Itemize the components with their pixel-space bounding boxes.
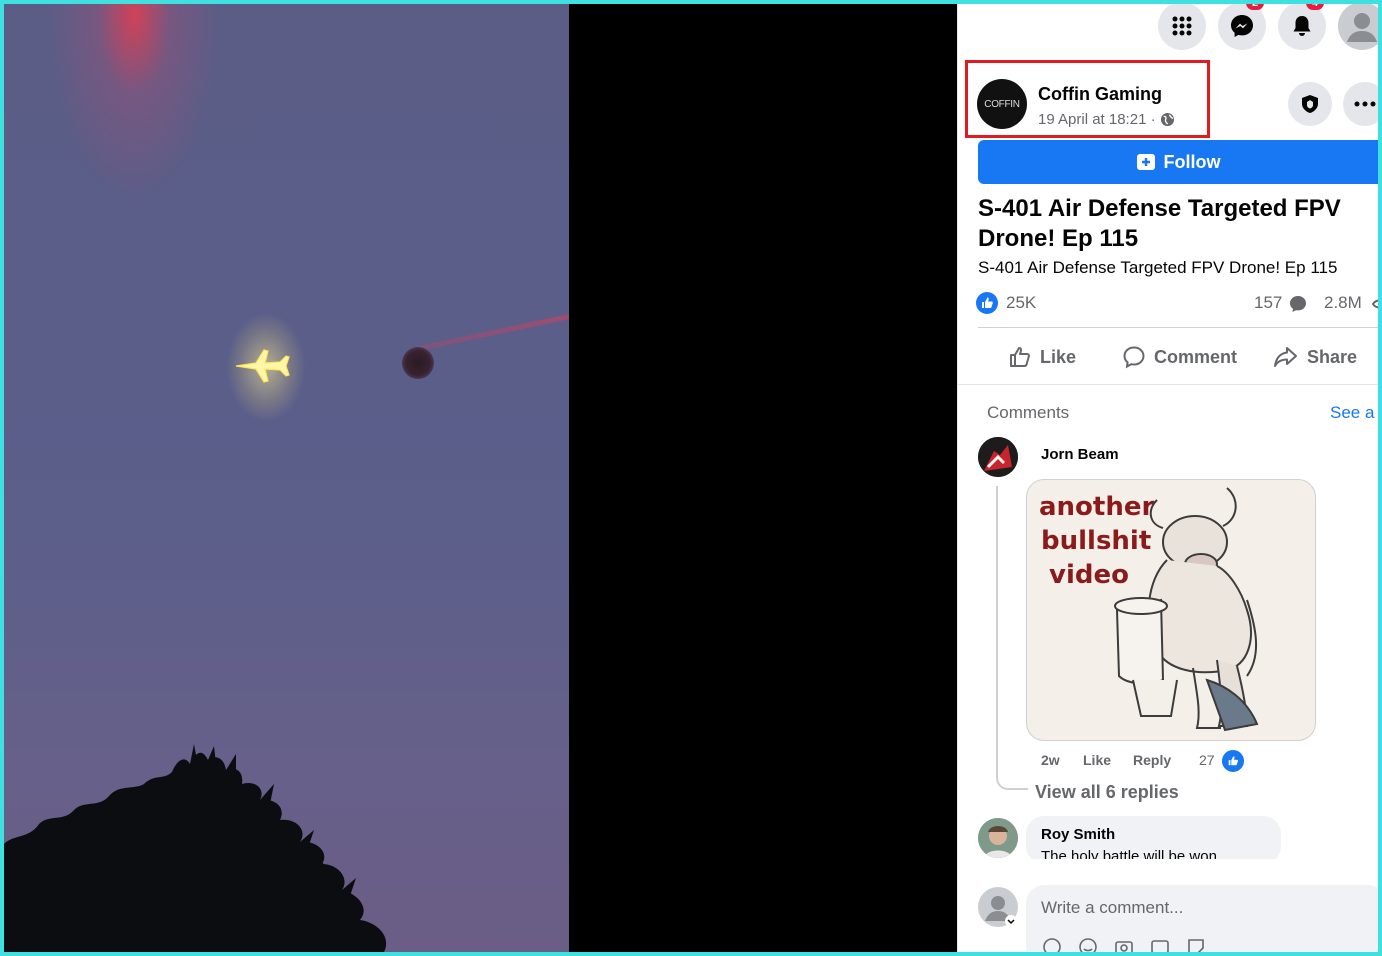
drone-smoke (402, 347, 434, 379)
post-meta: 19 April at 18:21 · (1038, 111, 1175, 128)
like-count[interactable]: 25K (1006, 293, 1036, 313)
comment-input[interactable]: Write a comment... (1041, 898, 1183, 918)
messenger-icon (1231, 15, 1253, 37)
post-description: S-401 Air Defense Targeted FPV Drone! Ep… (978, 258, 1338, 277)
stats-divider (978, 327, 1378, 328)
ellipsis-icon (1354, 101, 1376, 107)
share-button[interactable]: Share (1273, 334, 1357, 380)
comment-composer[interactable]: Write a comment... (1026, 885, 1378, 952)
apps-menu-button[interactable] (1158, 4, 1206, 50)
commenter-avatar[interactable] (978, 437, 1018, 477)
top-bar: 2 4 (958, 4, 1378, 56)
user-avatar-icon (1338, 4, 1378, 50)
comment-like-link[interactable]: Like (1083, 752, 1111, 768)
like-label: Like (1040, 346, 1077, 367)
more-options-button[interactable] (1343, 82, 1378, 126)
comment-image[interactable]: another bullshit video (1026, 479, 1316, 741)
post-title: S-401 Air Defense Targeted FPV Drone! Ep… (978, 195, 1341, 252)
thumbs-up-icon (1010, 347, 1030, 367)
shield-icon (1302, 95, 1318, 113)
camera-icon[interactable] (1114, 937, 1134, 952)
globe-icon (1160, 112, 1174, 127)
post-stats: 25K 157 2.8M (976, 292, 1378, 316)
composer-avatar[interactable] (978, 887, 1018, 927)
screen-frame: 2 4 COFFIN Coffin Gaming (4, 4, 1378, 952)
share-icon (1274, 347, 1297, 367)
avatar-sticker-icon[interactable] (1042, 937, 1062, 952)
comment-bubble-icon (1290, 296, 1306, 312)
post-timestamp[interactable]: 19 April at 18:21 · (1038, 111, 1156, 128)
comment-reply-link[interactable]: Reply (1133, 752, 1171, 768)
user-avatar-icon (978, 887, 1018, 927)
grid-icon (1172, 16, 1192, 36)
actions-divider (958, 384, 1378, 385)
comment-time[interactable]: 2w (1041, 752, 1060, 768)
reply-thread-line (996, 486, 1028, 790)
page-logo-text: COFFIN (984, 98, 1020, 110)
like-reaction-icon[interactable] (976, 292, 998, 314)
view-replies-link[interactable]: View all 6 replies (1035, 782, 1179, 803)
save-button[interactable] (1288, 82, 1332, 126)
messenger-badge: 2 (1246, 4, 1264, 10)
comment-bubble: Roy Smith The holy battle will be won (1026, 816, 1281, 864)
bell-icon (1293, 16, 1311, 36)
laser-trail (418, 310, 569, 351)
see-all-link[interactable]: See a (1330, 403, 1374, 423)
notifications-badge: 4 (1306, 4, 1324, 10)
post-panel: 2 4 COFFIN Coffin Gaming (957, 4, 1378, 952)
post-actions: Like Comment Share (958, 334, 1378, 380)
comment-icon (1123, 346, 1145, 369)
comment-count[interactable]: 157 (1254, 293, 1282, 313)
comment-label: Comment (1154, 346, 1238, 367)
page-avatar[interactable]: COFFIN (977, 79, 1027, 129)
commenter-avatar[interactable] (978, 818, 1018, 858)
profile-button[interactable] (1338, 4, 1378, 50)
follow-plus-icon (1136, 154, 1155, 170)
jet-image (235, 349, 290, 383)
composer-tools (1042, 937, 1206, 952)
author-name[interactable]: Coffin Gaming (1038, 84, 1162, 105)
emoji-icon[interactable] (1078, 937, 1098, 952)
notifications-button[interactable]: 4 (1278, 4, 1326, 50)
like-button[interactable]: Like (1008, 334, 1076, 380)
sticker-icon[interactable] (1186, 937, 1206, 952)
comments-heading: Comments (987, 403, 1070, 422)
messenger-button[interactable]: 2 (1218, 4, 1266, 50)
video-frame (4, 4, 569, 952)
tree-silhouette (4, 744, 387, 952)
gif-icon[interactable] (1150, 937, 1170, 952)
follow-label: Follow (1163, 151, 1221, 172)
share-label: Share (1307, 346, 1358, 367)
commenter-name[interactable]: Roy Smith (1041, 826, 1115, 843)
commenter-name[interactable]: Jorn Beam (1041, 446, 1119, 463)
view-count[interactable]: 2.8M (1324, 293, 1362, 313)
follow-button[interactable]: Follow (978, 140, 1378, 184)
comment-reaction-count[interactable]: 27 (1199, 752, 1215, 768)
comment-button[interactable]: Comment (1122, 334, 1237, 380)
video-player[interactable] (4, 4, 957, 952)
comment-like-reaction-icon (1220, 748, 1246, 774)
eye-icon (1372, 299, 1378, 309)
bull-on-toilet-drawing (1114, 487, 1259, 732)
